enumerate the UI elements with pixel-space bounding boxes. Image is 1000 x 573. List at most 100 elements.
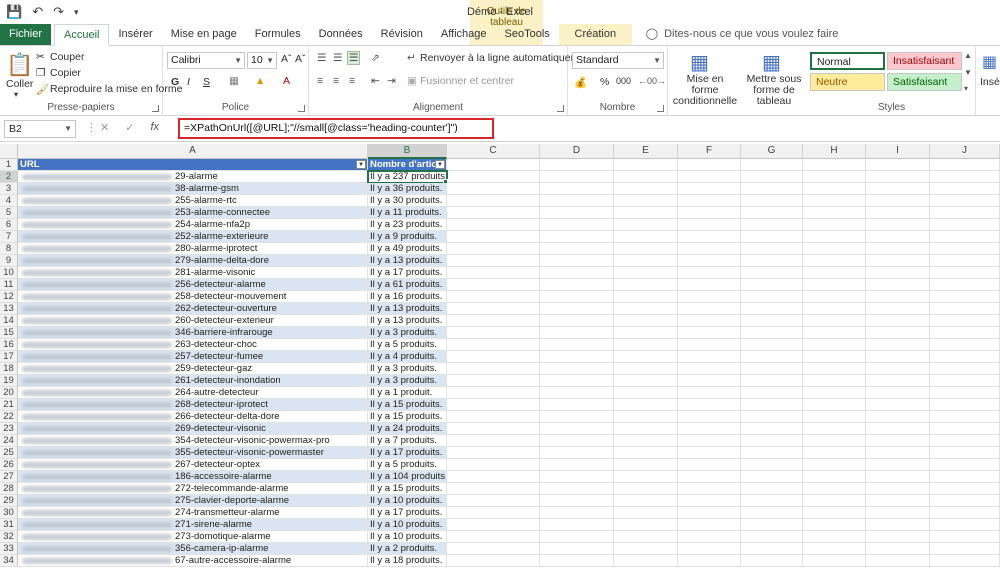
url-cell[interactable]: 257-detecteur-fumee xyxy=(18,351,368,363)
count-cell[interactable]: Il y a 3 produits. xyxy=(368,327,447,339)
thousands-button[interactable]: 000 xyxy=(616,76,631,86)
count-cell[interactable]: Il y a 13 produits. xyxy=(368,255,447,267)
column-header-e[interactable]: E xyxy=(614,144,678,159)
count-cell[interactable]: Il y a 11 produits. xyxy=(368,207,447,219)
row-number[interactable]: 34 xyxy=(0,555,18,567)
url-cell[interactable]: 354-detecteur-visonic-powermax-pro xyxy=(18,435,368,447)
url-cell[interactable]: 279-alarme-delta-dore xyxy=(18,255,368,267)
row-number[interactable]: 4 xyxy=(0,195,18,207)
url-cell[interactable]: 281-alarme-visonic xyxy=(18,267,368,279)
url-cell[interactable]: 38-alarme-gsm xyxy=(18,183,368,195)
count-cell[interactable]: Il y a 3 produits. xyxy=(368,375,447,387)
count-cell[interactable]: Il y a 13 produits. xyxy=(368,303,447,315)
style-good[interactable]: Satisfaisant xyxy=(887,73,962,91)
row-number[interactable]: 27 xyxy=(0,471,18,483)
url-cell[interactable]: 264-autre-detecteur xyxy=(18,387,368,399)
copy-icon[interactable]: ❐ xyxy=(36,67,45,79)
count-cell[interactable]: Il y a 17 produits. xyxy=(368,267,447,279)
count-cell[interactable]: Il y a 61 produits. xyxy=(368,279,447,291)
formula-input[interactable]: =XPathOnUrl([@URL];"//small[@class='head… xyxy=(178,118,494,139)
copy-button[interactable]: Copier xyxy=(50,67,81,79)
count-cell[interactable]: Il y a 30 produits. xyxy=(368,195,447,207)
url-cell[interactable]: 273-domotique-alarme xyxy=(18,531,368,543)
row-number[interactable]: 15 xyxy=(0,327,18,339)
count-cell[interactable]: Il y a 104 produits. xyxy=(368,471,447,483)
styles-scroll-up-icon[interactable]: ▲ xyxy=(964,51,972,60)
tell-me-box[interactable]: ◯ Dites-nous ce que vous voulez faire xyxy=(632,24,839,45)
row-number[interactable]: 7 xyxy=(0,231,18,243)
font-color-icon[interactable]: A xyxy=(283,75,290,87)
url-cell[interactable]: 269-detecteur-visonic xyxy=(18,423,368,435)
count-cell[interactable]: Il y a 16 produits. xyxy=(368,291,447,303)
count-cell[interactable]: Il y a 17 produits. xyxy=(368,507,447,519)
insert-cells-icon[interactable]: ▦ xyxy=(982,52,997,72)
table-format-button[interactable]: Mettre sous forme de tableau xyxy=(738,74,810,107)
align-bottom-icon[interactable]: ☰ xyxy=(347,51,361,65)
row-number[interactable]: 21 xyxy=(0,399,18,411)
column-header-f[interactable]: F xyxy=(678,144,741,159)
tab-review[interactable]: Révision xyxy=(372,24,432,45)
url-cell[interactable]: 254-alarme-nfa2p xyxy=(18,219,368,231)
count-cell[interactable]: Il y a 7 produits. xyxy=(368,435,447,447)
row-number[interactable]: 31 xyxy=(0,519,18,531)
orientation-icon[interactable]: ⇗ xyxy=(371,52,380,64)
row-number[interactable]: 20 xyxy=(0,387,18,399)
tab-design[interactable]: Création xyxy=(558,24,632,45)
url-cell[interactable]: 346-barriere-infrarouge xyxy=(18,327,368,339)
tab-page-layout[interactable]: Mise en page xyxy=(162,24,246,45)
count-cell[interactable]: Il y a 13 produits. xyxy=(368,315,447,327)
row-number[interactable]: 30 xyxy=(0,507,18,519)
url-cell[interactable]: 275-clavier-deporte-alarme xyxy=(18,495,368,507)
table-format-icon[interactable]: ▦ xyxy=(762,50,781,75)
confirm-icon[interactable]: ✓ xyxy=(125,121,134,134)
row-number[interactable]: 9 xyxy=(0,255,18,267)
row-number[interactable]: 3 xyxy=(0,183,18,195)
font-launcher-icon[interactable] xyxy=(298,105,305,112)
url-cell[interactable]: 186-accessoire-alarme xyxy=(18,471,368,483)
row-number[interactable]: 26 xyxy=(0,459,18,471)
count-cell[interactable]: Il y a 9 produits. xyxy=(368,231,447,243)
filter-dropdown-icon[interactable]: ▼ xyxy=(435,160,445,169)
decrease-indent-icon[interactable]: ⇤ xyxy=(371,75,380,87)
increase-decimal-icon[interactable]: ←0 xyxy=(638,76,652,86)
styles-scroll-down-icon[interactable]: ▼ xyxy=(964,68,972,77)
row-number[interactable]: 16 xyxy=(0,339,18,351)
url-cell[interactable]: 271-sirene-alarme xyxy=(18,519,368,531)
select-all-corner[interactable] xyxy=(0,144,18,159)
row-number[interactable]: 8 xyxy=(0,243,18,255)
align-middle-icon[interactable]: ☰ xyxy=(333,52,342,64)
url-cell[interactable]: 67-autre-accessoire-alarme xyxy=(18,555,368,567)
header-cell-count[interactable]: Nombre d'article ▼ xyxy=(368,159,447,171)
count-cell[interactable]: Il y a 24 produits. xyxy=(368,423,447,435)
align-center-icon[interactable]: ≡ xyxy=(333,75,339,87)
url-cell[interactable]: 280-alarme-iprotect xyxy=(18,243,368,255)
header-cell-url[interactable]: URL ▼ xyxy=(18,159,368,171)
shrink-font-icon[interactable]: Aˇ xyxy=(295,53,306,65)
count-cell[interactable]: Il y a 10 produits. xyxy=(368,495,447,507)
row-number[interactable]: 11 xyxy=(0,279,18,291)
tab-home[interactable]: Accueil xyxy=(54,24,110,46)
conditional-format-icon[interactable]: ▦ xyxy=(690,50,709,75)
tab-file[interactable]: Fichier xyxy=(0,24,52,45)
active-cell-b2[interactable]: Il y a 237 produits. xyxy=(367,170,448,184)
currency-icon[interactable]: 💰 xyxy=(574,76,587,89)
row-number[interactable]: 22 xyxy=(0,411,18,423)
count-cell[interactable]: Il y a 1 produit. xyxy=(368,387,447,399)
decrease-decimal-icon[interactable]: 0→ xyxy=(652,76,666,86)
url-cell[interactable]: 255-alarme-rtc xyxy=(18,195,368,207)
tab-seotools[interactable]: SeoTools xyxy=(496,24,559,45)
row-number[interactable]: 12 xyxy=(0,291,18,303)
count-cell[interactable]: Il y a 10 produits. xyxy=(368,519,447,531)
row-number[interactable]: 19 xyxy=(0,375,18,387)
url-cell[interactable]: 260-detecteur-exterieur xyxy=(18,315,368,327)
url-cell[interactable]: 272-telecommande-alarme xyxy=(18,483,368,495)
count-cell[interactable]: Il y a 3 produits. xyxy=(368,363,447,375)
filter-dropdown-icon[interactable]: ▼ xyxy=(356,160,366,169)
url-cell[interactable]: 267-detecteur-optex xyxy=(18,459,368,471)
style-normal[interactable]: Normal xyxy=(810,52,885,70)
style-bad[interactable]: Insatisfaisant xyxy=(887,52,962,70)
number-format-select[interactable]: Standard ▼ xyxy=(572,52,664,69)
count-cell[interactable]: Il y a 4 produits. xyxy=(368,351,447,363)
increase-indent-icon[interactable]: ⇥ xyxy=(387,75,396,87)
url-cell[interactable]: 29-alarme xyxy=(18,171,368,183)
